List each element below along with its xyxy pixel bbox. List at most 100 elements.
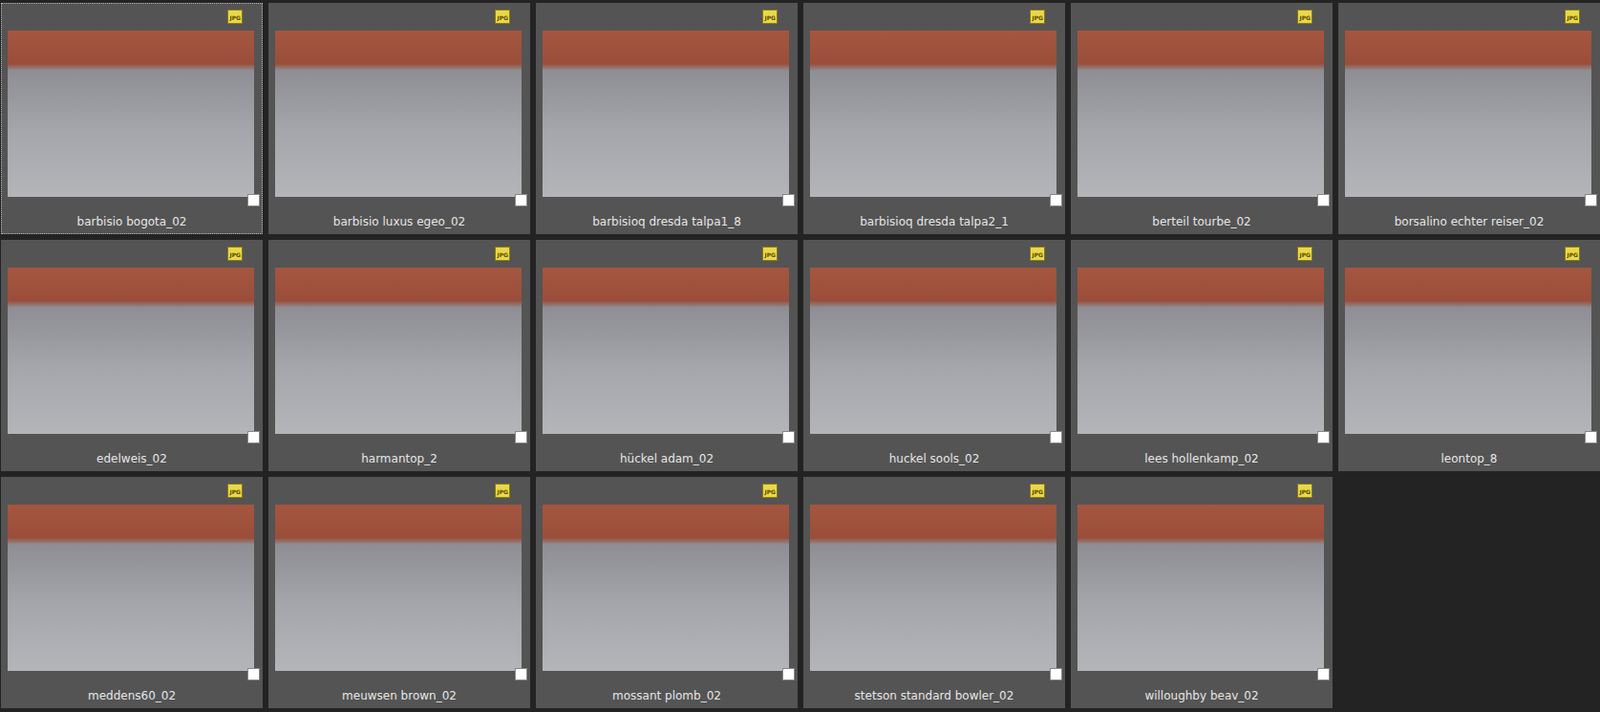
jpg-file-icon: JPG	[1564, 246, 1580, 261]
thumbnail-card[interactable]: JPG barbisioq dresda talpa2_1	[803, 2, 1066, 235]
jpg-file-icon: JPG	[227, 9, 243, 24]
thumbnail-header: JPG	[269, 3, 530, 29]
thumbnail-card[interactable]: JPG leontop_8	[1338, 239, 1600, 471]
thumbnail-card[interactable]: JPG willoughby beav_02	[1070, 476, 1333, 708]
photo	[542, 267, 790, 434]
select-checkbox[interactable]	[1317, 667, 1330, 681]
thumbnail-header: JPG	[536, 240, 797, 266]
thumbnail-header: JPG	[1, 477, 262, 503]
file-name: harmantop_2	[269, 450, 530, 467]
thumbnail-card[interactable]: JPG barbisioq dresda talpa1_8	[535, 2, 798, 235]
thumbnail-card[interactable]: JPGbarbisio luxus egeo_02	[268, 2, 531, 235]
thumbnail-header: JPG	[1339, 3, 1600, 29]
thumbnail-header: JPG	[1, 240, 262, 266]
photo	[810, 267, 1057, 434]
select-checkbox[interactable]	[1584, 430, 1598, 444]
jpg-file-icon: JPG	[762, 246, 778, 261]
jpg-file-icon: JPG	[1297, 246, 1313, 261]
file-name: hückel adam_02	[536, 450, 797, 467]
select-checkbox[interactable]	[514, 667, 528, 681]
thumbnail-header: JPG	[1339, 240, 1600, 266]
file-name: huckel sools_02	[804, 450, 1065, 467]
file-name: willoughby beav_02	[1071, 687, 1332, 704]
photo	[275, 504, 522, 671]
select-checkbox[interactable]	[514, 193, 528, 207]
jpg-file-icon: JPG	[1029, 246, 1046, 261]
thumbnail-card[interactable]: JPG mossant plomb_02	[535, 476, 798, 708]
thumbnail-card[interactable]: JPG meddens60_02	[0, 476, 263, 708]
thumbnail-header: JPG	[536, 477, 797, 503]
select-checkbox[interactable]	[247, 430, 260, 444]
jpg-file-icon: JPG	[762, 9, 778, 24]
thumbnail-header: JPG	[1071, 240, 1332, 266]
photo	[542, 504, 790, 671]
thumbnail-card[interactable]: JPG hückel adam_02	[535, 239, 798, 471]
jpg-file-icon: JPG	[494, 246, 511, 261]
thumbnail-header: JPG	[804, 240, 1065, 266]
jpg-file-icon: JPG	[1029, 483, 1046, 498]
photo	[542, 30, 790, 197]
select-checkbox[interactable]	[782, 193, 795, 207]
select-checkbox[interactable]	[247, 667, 260, 681]
select-checkbox[interactable]	[1584, 193, 1598, 207]
photo	[7, 504, 255, 671]
photo	[275, 267, 522, 434]
thumbnail-card[interactable]: JPG barbisio bogota_02	[0, 2, 263, 235]
jpg-file-icon: JPG	[1297, 483, 1313, 498]
select-checkbox[interactable]	[1049, 430, 1063, 444]
file-name: barbisioq dresda talpa1_8	[536, 213, 797, 230]
jpg-file-icon: JPG	[494, 483, 511, 498]
thumbnail-card[interactable]: JPG harmantop_2	[268, 239, 531, 471]
thumbnail-card[interactable]: JPG stetson standard bowler_02	[803, 476, 1066, 708]
thumbnail-browser: JPG barbisio bogota_02 JPGbarbisio luxus e…	[0, 0, 1600, 712]
thumbnail-header: JPG	[1, 3, 262, 29]
file-name: meddens60_02	[1, 687, 262, 704]
thumbnail-header: JPG	[804, 3, 1065, 29]
select-checkbox[interactable]	[1317, 430, 1330, 444]
photo	[7, 30, 255, 197]
thumbnail-card[interactable]: JPG lees hollenkamp_02	[1070, 239, 1333, 471]
file-name: lees hollenkamp_02	[1071, 450, 1332, 467]
jpg-file-icon: JPG	[227, 246, 243, 261]
jpg-file-icon: JPG	[1297, 9, 1313, 24]
select-checkbox[interactable]	[782, 667, 795, 681]
thumbnail-header: JPG	[536, 3, 797, 29]
thumbnail-header: JPG	[269, 477, 530, 503]
thumbnail-card[interactable]: JPG berteil tourbe_02	[1070, 2, 1333, 235]
thumbnail-card[interactable]: JPG edelweis_02	[0, 239, 263, 471]
jpg-file-icon: JPG	[494, 9, 511, 24]
jpg-file-icon: JPG	[227, 483, 243, 498]
select-checkbox[interactable]	[1049, 667, 1063, 681]
select-checkbox[interactable]	[1049, 193, 1063, 207]
photo	[810, 504, 1057, 671]
thumbnail-header: JPG	[1071, 3, 1332, 29]
thumbnail-grid: JPG barbisio bogota_02 JPGbarbisio luxus e…	[0, 2, 1600, 708]
file-name: leontop_8	[1339, 450, 1600, 467]
file-name: borsalino echter reiser_02	[1339, 213, 1600, 230]
photo	[1077, 504, 1324, 671]
select-checkbox[interactable]	[514, 430, 528, 444]
file-name: stetson standard bowler_02	[804, 687, 1065, 704]
file-name: berteil tourbe_02	[1071, 213, 1332, 230]
jpg-file-icon: JPG	[1029, 9, 1046, 24]
thumbnail-header: JPG	[804, 477, 1065, 503]
thumbnail-card[interactable]: JPG huckel sools_02	[803, 239, 1066, 471]
thumbnail-card[interactable]: JPG borsalino echter reiser_02	[1338, 2, 1600, 235]
file-name: meuwsen brown_02	[269, 687, 530, 704]
jpg-file-icon: JPG	[1564, 9, 1580, 24]
select-checkbox[interactable]	[1317, 193, 1330, 207]
thumbnail-card[interactable]: JPG meuwsen brown_02	[268, 476, 531, 708]
file-name: barbisio bogota_02	[1, 213, 262, 230]
thumbnail-header: JPG	[1071, 477, 1332, 503]
select-checkbox[interactable]	[782, 430, 795, 444]
select-checkbox[interactable]	[247, 193, 260, 207]
photo	[7, 267, 255, 434]
thumbnail-header: JPG	[269, 240, 530, 266]
photo	[810, 30, 1057, 197]
file-name: mossant plomb_02	[536, 687, 797, 704]
photo	[1077, 30, 1324, 197]
photo	[1344, 30, 1592, 197]
file-name: barbisioq dresda talpa2_1	[804, 213, 1065, 230]
jpg-file-icon: JPG	[762, 483, 778, 498]
file-name: edelweis_02	[1, 450, 262, 467]
